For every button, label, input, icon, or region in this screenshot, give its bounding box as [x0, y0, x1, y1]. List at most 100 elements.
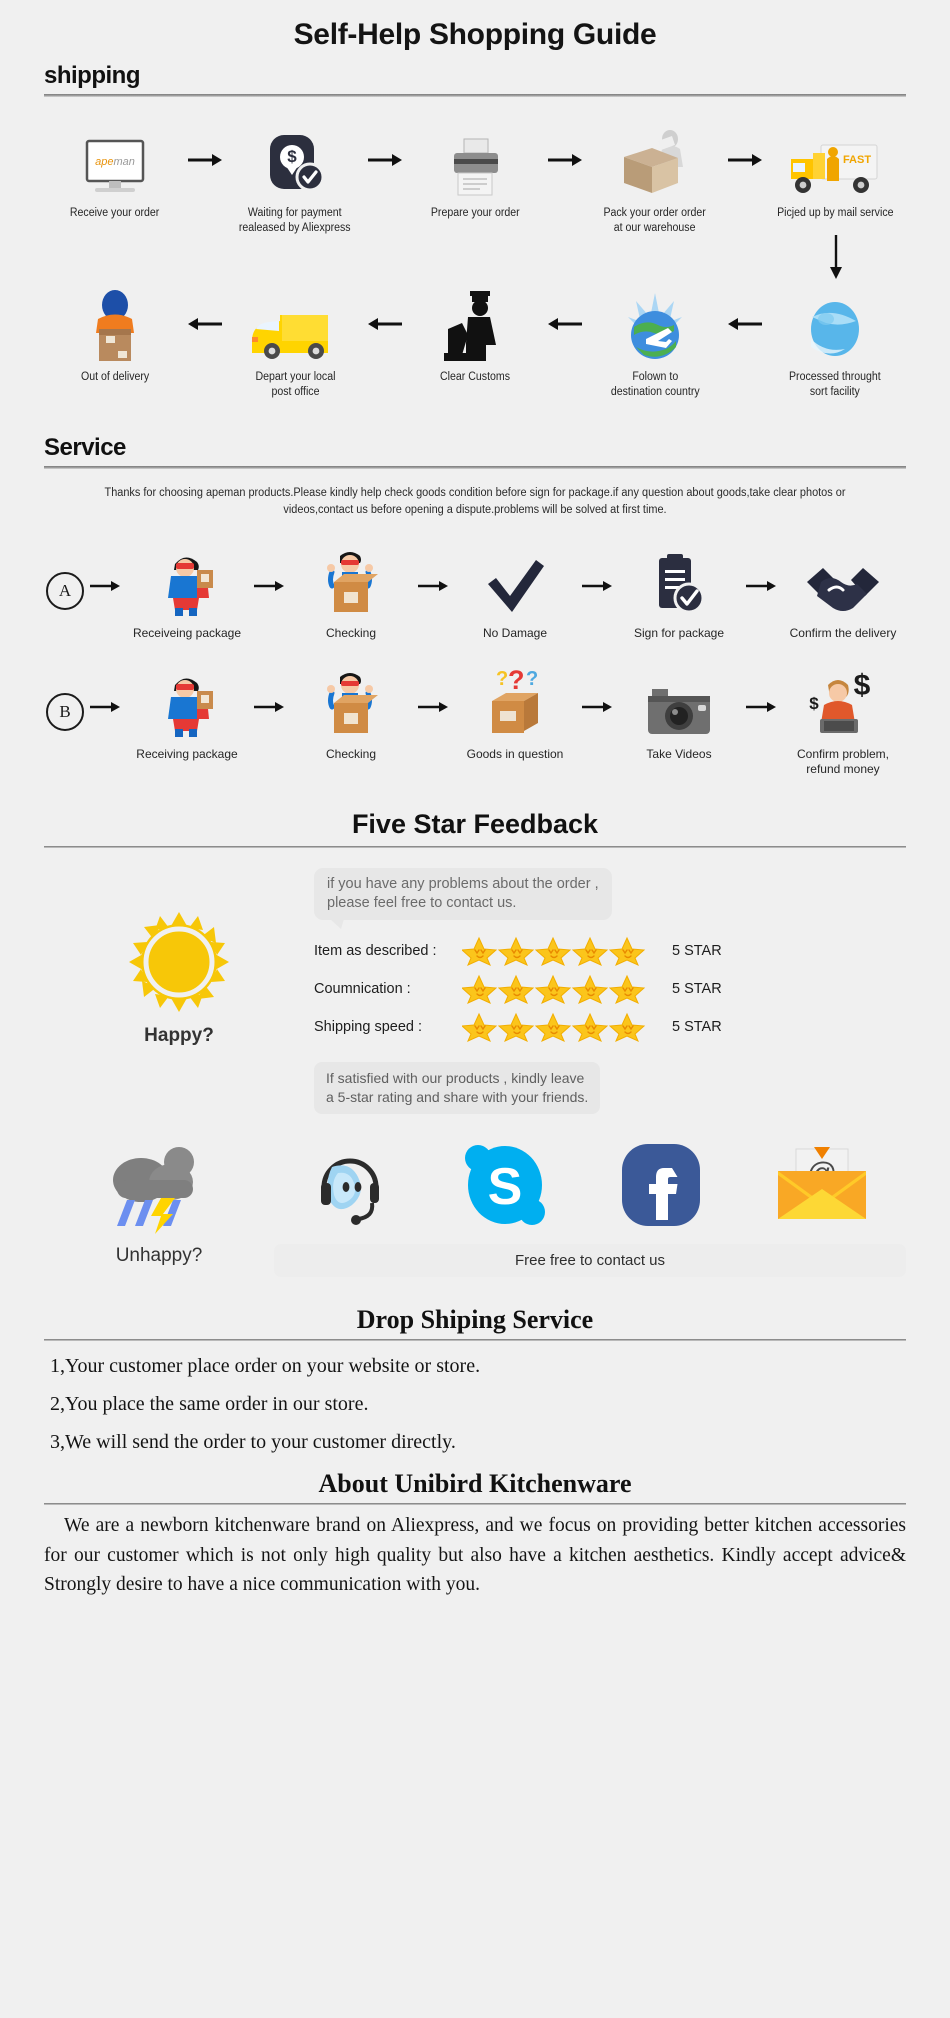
feedback-details: if you have any problems about the order… — [314, 862, 906, 1115]
about-body: We are a newborn kitchenware brand on Al… — [44, 1515, 906, 1595]
step-caption: Depart your local post office — [255, 370, 335, 399]
list-item: 1,Your customer place order on your webs… — [50, 1355, 481, 1378]
rating-label: Coumnication : — [314, 981, 411, 998]
monitor-apeman-icon: apeman — [79, 121, 151, 199]
arrow-right-icon — [412, 671, 454, 743]
svg-text:?: ? — [508, 667, 525, 695]
customs-officer-icon — [442, 285, 508, 363]
signed-document-icon — [651, 546, 707, 618]
service-row-badge-a: A — [46, 572, 84, 611]
step-caption: No Damage — [482, 626, 548, 641]
service-step-receiving-package-b: Receiving package — [126, 667, 248, 762]
step-caption: Goods in question — [466, 747, 564, 762]
arrow-right-icon — [576, 671, 618, 743]
shipping-step-pack-order: Pack your order order at our warehouse — [586, 121, 724, 235]
step-caption-text: Confirm problem, refund money — [796, 747, 890, 777]
step-caption-text: Folown to destination country — [610, 371, 700, 399]
service-step-take-videos: Take Videos — [618, 667, 740, 762]
arrow-right-icon — [412, 550, 454, 622]
service-step-confirm-delivery: Confirm the delivery — [782, 546, 904, 641]
superhero-holding-parcel-icon — [157, 546, 217, 618]
person-opening-box-icon — [320, 546, 382, 618]
step-caption: Processed throught sort facility — [789, 370, 881, 399]
facebook-icon[interactable] — [620, 1142, 702, 1233]
shipping-step-depart-post-office: Depart your local post office — [226, 285, 364, 399]
about-divider — [44, 1503, 906, 1506]
worker-packing-box-icon — [618, 121, 692, 199]
rating-label: Shipping speed : — [314, 1019, 423, 1036]
service-step-checking-a: Checking — [290, 546, 412, 641]
arrow-right-icon — [740, 550, 782, 622]
svg-text:$: $ — [809, 694, 819, 713]
arrow-right-icon — [576, 550, 618, 622]
service-step-confirm-refund: $ $ Confirm problem, refund money — [782, 667, 904, 777]
shipping-section-title: shipping — [44, 62, 140, 89]
skype-icon[interactable]: S — [462, 1142, 548, 1233]
page-title: Self-Help Shopping Guide — [293, 18, 657, 51]
step-caption: Checking — [325, 626, 377, 641]
social-icon-row: S @ — [274, 1140, 906, 1234]
step-caption-text: Depart your local post office — [255, 371, 335, 399]
service-step-goods-in-question: ? ? ? Goods in question — [454, 667, 576, 762]
rating-value: 5 STAR — [672, 1019, 722, 1036]
arrow-right-icon — [184, 121, 226, 199]
shipping-divider — [44, 94, 906, 97]
email-icon[interactable]: @ — [774, 1145, 870, 1230]
shipping-step-clear-customs: Clear Customs — [406, 285, 544, 385]
rating-label: Item as described : — [314, 943, 437, 960]
step-caption: Prepare your order — [430, 207, 520, 219]
step-caption: Confirm problem, refund money — [797, 747, 889, 777]
svg-text:apeman: apeman — [95, 156, 135, 168]
live-chat-headset-icon[interactable] — [310, 1143, 390, 1232]
step-caption: Checking — [325, 747, 377, 762]
contact-bar[interactable]: Free free to contact us — [274, 1244, 906, 1278]
fast-delivery-truck-icon: FAST — [787, 121, 883, 199]
shipping-step-receive-order: apeman Receive your order — [46, 121, 184, 221]
service-note: Thanks for choosing apeman products.Plea… — [104, 486, 846, 516]
star-rating — [462, 974, 662, 1005]
service-step-checking-b: Checking — [290, 667, 412, 762]
step-caption: Receive your order — [70, 207, 160, 219]
step-caption: Pack your order order at our warehouse — [604, 206, 706, 235]
service-flow-row-b: B Receiving package Checking ? ? ? Goods… — [0, 667, 950, 777]
svg-text:$: $ — [854, 669, 871, 702]
shipping-step-prepare-order: Prepare your order — [406, 121, 544, 221]
about-title: About Unibird Kitchenware — [318, 1469, 632, 1499]
step-caption: Picjed up by mail service — [776, 207, 894, 219]
step-caption: Clear Customs — [440, 371, 510, 384]
contact-bubble-text: if you have any problems about the order… — [327, 876, 599, 912]
feedback-unhappy-block: Unhappy? S Free free to contact us — [0, 1114, 950, 1278]
step-caption-text: Processed throught sort facility — [789, 371, 881, 399]
satisfied-bubble-text: If satisfied with our products , kindly … — [326, 1070, 589, 1106]
dropshipping-title: Drop Shiping Service — [356, 1305, 594, 1335]
list-item: 3,We will send the order to your custome… — [50, 1431, 456, 1454]
shipping-step-waiting-payment: $ Waiting for payment realeased by Aliex… — [226, 121, 364, 235]
courier-carrying-box-icon — [80, 285, 150, 363]
shipping-flow-row-2: Out of delivery Depart your local post o… — [0, 285, 950, 399]
arrow-right-icon — [740, 671, 782, 743]
service-step-no-damage: No Damage — [454, 546, 576, 641]
flow-connector — [0, 235, 950, 285]
svg-text:?: ? — [526, 668, 538, 690]
happy-label: Happy? — [144, 1025, 214, 1047]
checkmark-icon — [484, 546, 546, 618]
step-caption: Receiveing package — [132, 626, 242, 641]
payment-shield-dollar-icon: $ — [260, 121, 330, 199]
handshake-icon — [805, 546, 881, 618]
rating-row: Coumnication : 5 STAR — [314, 974, 906, 1005]
arrow-right-icon — [364, 121, 406, 199]
arrow-down-icon — [829, 235, 843, 284]
shopping-guide-page: Self-Help Shopping Guide shipping apeman… — [0, 0, 950, 2018]
rating-row: Item as described : 5 STAR — [314, 936, 906, 967]
step-caption: Confirm the delivery — [789, 626, 897, 641]
arrow-left-icon — [724, 285, 766, 363]
step-caption: Waiting for payment realeased by Aliexpr… — [239, 206, 351, 235]
blue-globe-icon — [802, 285, 868, 363]
service-flow-row-a: A Receiveing package Checking No Damage … — [0, 546, 950, 641]
arrow-right-icon — [248, 671, 290, 743]
svg-text:?: ? — [496, 668, 508, 690]
step-caption: Receiving package — [136, 747, 238, 762]
step-caption: Folown to destination country — [611, 370, 700, 399]
star-rating — [462, 936, 662, 967]
arrow-right-icon — [84, 550, 126, 622]
